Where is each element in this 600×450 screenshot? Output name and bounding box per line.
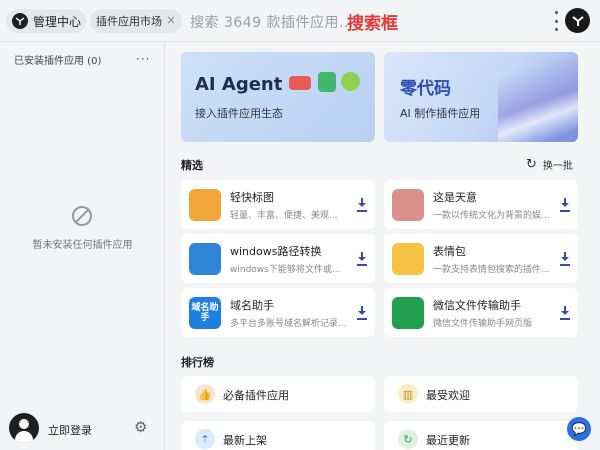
refresh-label: 换一批 — [542, 161, 573, 172]
empty-state-text: 暂未安装任何插件应用 — [32, 240, 133, 251]
flower-icon — [392, 189, 424, 221]
plugin-card[interactable]: windows路径转换 windows下能够将文件或... — [181, 234, 375, 283]
download-icon[interactable] — [357, 198, 367, 210]
chat-icon[interactable]: 💬 — [567, 417, 591, 441]
thumbs-up-icon: 👍 — [195, 384, 215, 404]
smile-icon — [341, 72, 360, 91]
plugin-name: 表情包 — [433, 245, 466, 258]
admin-logo-icon — [12, 13, 28, 29]
plugin-description: 微信文件传输助手网页版 — [433, 319, 533, 329]
download-icon[interactable] — [560, 252, 570, 264]
download-icon-base — [357, 318, 367, 320]
refresh-icon: ↻ — [526, 157, 537, 172]
plugin-name: 域名助手 — [230, 299, 274, 312]
emoji-icon — [392, 243, 424, 275]
main-content: AI Agent 接入插件应用生态 零代码 AI 制作插件应用 精选 ↻ 换一批… — [166, 43, 600, 450]
banner-ai-agent[interactable]: AI Agent 接入插件应用生态 — [181, 52, 375, 142]
avatar[interactable] — [9, 413, 39, 443]
installed-plugins-title: 已安装插件应用 (0) — [14, 56, 102, 67]
ranking-card[interactable]: ↻ 最近更新 — [384, 421, 578, 450]
plugin-description: windows下能够将文件或... — [230, 265, 341, 275]
download-icon-base — [560, 318, 570, 320]
ranking-label: 最受欢迎 — [426, 389, 470, 402]
ranking-title: 排行榜 — [181, 356, 214, 369]
plugin-description: 一款支持表情包搜索的插件... — [433, 265, 550, 275]
download-icon-base — [560, 264, 570, 266]
money-icon — [318, 72, 336, 92]
plugin-card[interactable]: 微信文件传输助手微信文件传输助手网页版 — [384, 288, 578, 337]
refresh-button[interactable]: ↻ 换一批 — [526, 157, 573, 172]
plugin-card[interactable]: 域名助手 域名助手 多平台多账号域名解析记录... — [181, 288, 375, 337]
login-button[interactable]: 立即登录 — [48, 422, 92, 438]
more-menu-icon[interactable] — [552, 11, 560, 31]
ranking-card[interactable]: 👍 必备插件应用 — [181, 376, 375, 412]
plugin-name: 轻快标图 — [230, 191, 274, 204]
top-bar: 管理中心 插件应用市场 × 搜索 3649 款插件应用... 搜索框 — [0, 0, 600, 42]
empty-state-icon — [72, 206, 92, 226]
banner-title: AI Agent — [195, 74, 283, 95]
app-logo-icon[interactable] — [565, 8, 590, 33]
search-input[interactable]: 搜索 3649 款插件应用... — [190, 12, 354, 32]
more-options-icon[interactable]: ··· — [136, 52, 150, 66]
gear-icon[interactable]: ⚙ — [134, 419, 150, 435]
plugin-description: 一款以传统文化为背景的娱... — [433, 211, 550, 221]
plugin-name: 微信文件传输助手 — [433, 299, 521, 312]
banner-subtitle: AI 制作插件应用 — [400, 107, 481, 120]
ranking-label: 最新上架 — [223, 434, 267, 447]
download-icon-base — [560, 210, 570, 212]
robot-icon — [289, 76, 311, 90]
banner-title: 零代码 — [400, 79, 451, 99]
plugin-description: 多平台多账号域名解析记录... — [230, 319, 347, 329]
banner-decoration — [498, 52, 578, 142]
image-annotate-icon — [189, 189, 221, 221]
download-icon-base — [357, 210, 367, 212]
search-annotation: 搜索框 — [347, 14, 398, 34]
tab-admin-label: 管理中心 — [33, 14, 82, 29]
tab-market-label: 插件应用市场 — [96, 15, 162, 28]
plugin-card[interactable]: 表情包一款支持表情包搜索的插件... — [384, 234, 578, 283]
plugin-name: windows路径转换 — [230, 245, 322, 258]
download-icon[interactable] — [560, 306, 570, 318]
banner-subtitle: 接入插件应用生态 — [195, 107, 283, 120]
ranking-label: 必备插件应用 — [223, 389, 289, 402]
plugin-card[interactable]: 这是天意一款以传统文化为背景的娱... — [384, 180, 578, 229]
download-icon[interactable] — [357, 252, 367, 264]
plugin-name: 这是天意 — [433, 191, 477, 204]
plugin-description: 轻量、丰富、便捷、美观... — [230, 211, 338, 221]
bar-chart-icon: ▥ — [398, 384, 418, 404]
ranking-label: 最近更新 — [426, 434, 470, 447]
wechat-file-icon — [392, 297, 424, 329]
update-icon: ↻ — [398, 429, 418, 449]
sidebar: 已安装插件应用 (0) ··· 暂未安装任何插件应用 立即登录 ⚙ — [0, 43, 165, 450]
tab-plugin-market[interactable]: 插件应用市场 × — [90, 9, 182, 33]
ranking-card[interactable]: ⇡ 最新上架 — [181, 421, 375, 450]
new-icon: ⇡ — [195, 429, 215, 449]
tab-admin-center[interactable]: 管理中心 — [6, 9, 86, 33]
ranking-card[interactable]: ▥ 最受欢迎 — [384, 376, 578, 412]
domain-icon: 域名助手 — [189, 297, 221, 329]
download-icon-base — [357, 264, 367, 266]
download-icon[interactable] — [357, 306, 367, 318]
banner-zero-code[interactable]: 零代码 AI 制作插件应用 — [384, 52, 578, 142]
close-icon[interactable]: × — [166, 13, 176, 27]
path-convert-icon — [189, 243, 221, 275]
download-icon[interactable] — [560, 198, 570, 210]
plugin-card[interactable]: 轻快标图轻量、丰富、便捷、美观... — [181, 180, 375, 229]
featured-title: 精选 — [181, 159, 203, 172]
